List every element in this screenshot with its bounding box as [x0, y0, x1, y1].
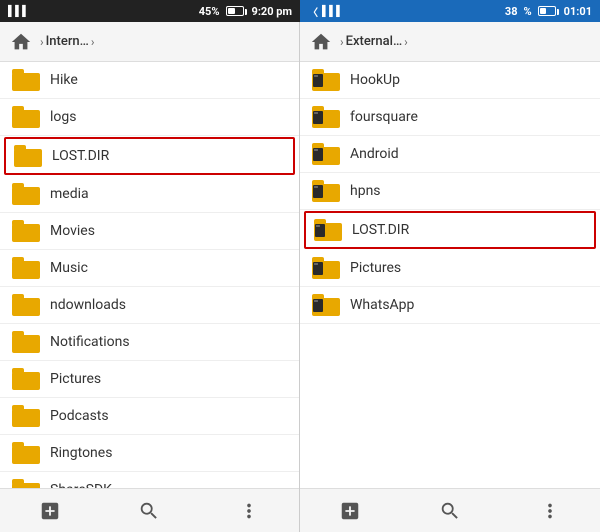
- list-item[interactable]: media: [0, 176, 299, 213]
- left-breadcrumb: › Intern… ›: [0, 22, 299, 62]
- folder-icon: [312, 257, 340, 279]
- file-name: Android: [350, 146, 399, 162]
- list-item[interactable]: WhatsApp: [300, 287, 600, 324]
- list-item[interactable]: HookUp: [300, 62, 600, 99]
- file-name: Notifications: [50, 334, 130, 350]
- folder-icon: [12, 69, 40, 91]
- left-toolbar: [0, 488, 299, 532]
- signal-icon: ▌▌▌: [8, 6, 29, 17]
- right-file-list[interactable]: HookUp foursquare Android hpns LOST.DIR: [300, 62, 600, 488]
- status-bars: ▌▌▌ 45% 9:20 pm 〈 ▌▌▌ 38% 01:01: [0, 0, 600, 22]
- folder-icon: [12, 442, 40, 464]
- file-name: LOST.DIR: [352, 222, 409, 238]
- time-right: 01:01: [564, 5, 592, 18]
- right-panel: › External… › HookUp foursquare Android: [300, 22, 600, 532]
- folder-icon: [12, 479, 40, 488]
- list-item[interactable]: foursquare: [300, 99, 600, 136]
- folder-icon: [12, 405, 40, 427]
- file-name: HookUp: [350, 72, 400, 88]
- left-status-bar: ▌▌▌ 45% 9:20 pm: [0, 0, 300, 22]
- folder-icon: [12, 183, 40, 205]
- file-name: Music: [50, 260, 88, 276]
- list-item[interactable]: Movies: [0, 213, 299, 250]
- main-content: › Intern… › Hike logs LOST.DIR media Mov…: [0, 22, 600, 532]
- file-name: Podcasts: [50, 408, 109, 424]
- left-breadcrumb-arrow2: ›: [91, 35, 95, 49]
- folder-icon: [12, 257, 40, 279]
- right-breadcrumb: › External… ›: [300, 22, 600, 62]
- list-item[interactable]: ShareSDK: [0, 472, 299, 488]
- list-item[interactable]: Pictures: [0, 361, 299, 398]
- file-name: Movies: [50, 223, 95, 239]
- file-name: Ringtones: [50, 445, 112, 461]
- file-name: LOST.DIR: [52, 148, 109, 164]
- file-name: Hike: [50, 72, 78, 88]
- time-left: 9:20 pm: [252, 5, 292, 18]
- list-item[interactable]: Pictures: [300, 250, 600, 287]
- right-status-content: 〈 ▌▌▌ 38% 01:01: [308, 4, 592, 19]
- left-more-button[interactable]: [227, 489, 271, 532]
- signal-icon-right: ▌▌▌: [322, 6, 343, 17]
- folder-icon: [14, 145, 42, 167]
- list-item[interactable]: Podcasts: [0, 398, 299, 435]
- folder-icon: [312, 294, 340, 316]
- file-name: logs: [50, 109, 76, 125]
- wifi-icon: 〈: [308, 4, 318, 19]
- list-item[interactable]: ndownloads: [0, 287, 299, 324]
- right-breadcrumb-arrow2: ›: [404, 35, 408, 49]
- list-item[interactable]: LOST.DIR: [304, 211, 596, 249]
- left-status-icons: ▌▌▌: [8, 6, 29, 17]
- battery-percent-right: 38: [505, 5, 518, 18]
- home-icon-right: [310, 31, 332, 53]
- file-name: foursquare: [350, 109, 418, 125]
- list-item[interactable]: hpns: [300, 173, 600, 210]
- folder-icon: [12, 368, 40, 390]
- left-panel: › Intern… › Hike logs LOST.DIR media Mov…: [0, 22, 300, 532]
- battery-percent-left: 45%: [199, 5, 220, 18]
- file-name: ndownloads: [50, 297, 126, 313]
- right-search-button[interactable]: [428, 489, 472, 532]
- file-name: Pictures: [350, 260, 401, 276]
- left-breadcrumb-arrow: ›: [40, 35, 44, 49]
- file-name: WhatsApp: [350, 297, 414, 313]
- left-search-button[interactable]: [127, 489, 171, 532]
- file-name: media: [50, 186, 89, 202]
- right-toolbar: [300, 488, 600, 532]
- battery-icon-left: [226, 6, 244, 16]
- list-item[interactable]: Hike: [0, 62, 299, 99]
- left-add-button[interactable]: [28, 489, 72, 532]
- folder-icon: [312, 143, 340, 165]
- list-item[interactable]: Ringtones: [0, 435, 299, 472]
- list-item[interactable]: Music: [0, 250, 299, 287]
- folder-icon: [12, 294, 40, 316]
- folder-icon: [312, 69, 340, 91]
- list-item[interactable]: Android: [300, 136, 600, 173]
- right-breadcrumb-arrow: ›: [340, 35, 344, 49]
- folder-icon: [12, 220, 40, 242]
- list-item[interactable]: Notifications: [0, 324, 299, 361]
- home-icon-left: [10, 31, 32, 53]
- list-item[interactable]: logs: [0, 99, 299, 136]
- file-name: Pictures: [50, 371, 101, 387]
- file-name: hpns: [350, 183, 381, 199]
- battery-icon-right: [538, 6, 556, 16]
- right-status-icons: 〈 ▌▌▌: [308, 4, 343, 19]
- left-file-list[interactable]: Hike logs LOST.DIR media Movies Music nd…: [0, 62, 299, 488]
- right-breadcrumb-path: External…: [346, 34, 403, 49]
- list-item[interactable]: LOST.DIR: [4, 137, 295, 175]
- right-more-button[interactable]: [528, 489, 572, 532]
- left-breadcrumb-path: Intern…: [46, 34, 89, 49]
- right-status-bar: 〈 ▌▌▌ 38% 01:01: [300, 0, 600, 22]
- folder-icon: [12, 106, 40, 128]
- folder-icon: [314, 219, 342, 241]
- folder-icon: [312, 106, 340, 128]
- right-add-button[interactable]: [328, 489, 372, 532]
- folder-icon: [312, 180, 340, 202]
- folder-icon: [12, 331, 40, 353]
